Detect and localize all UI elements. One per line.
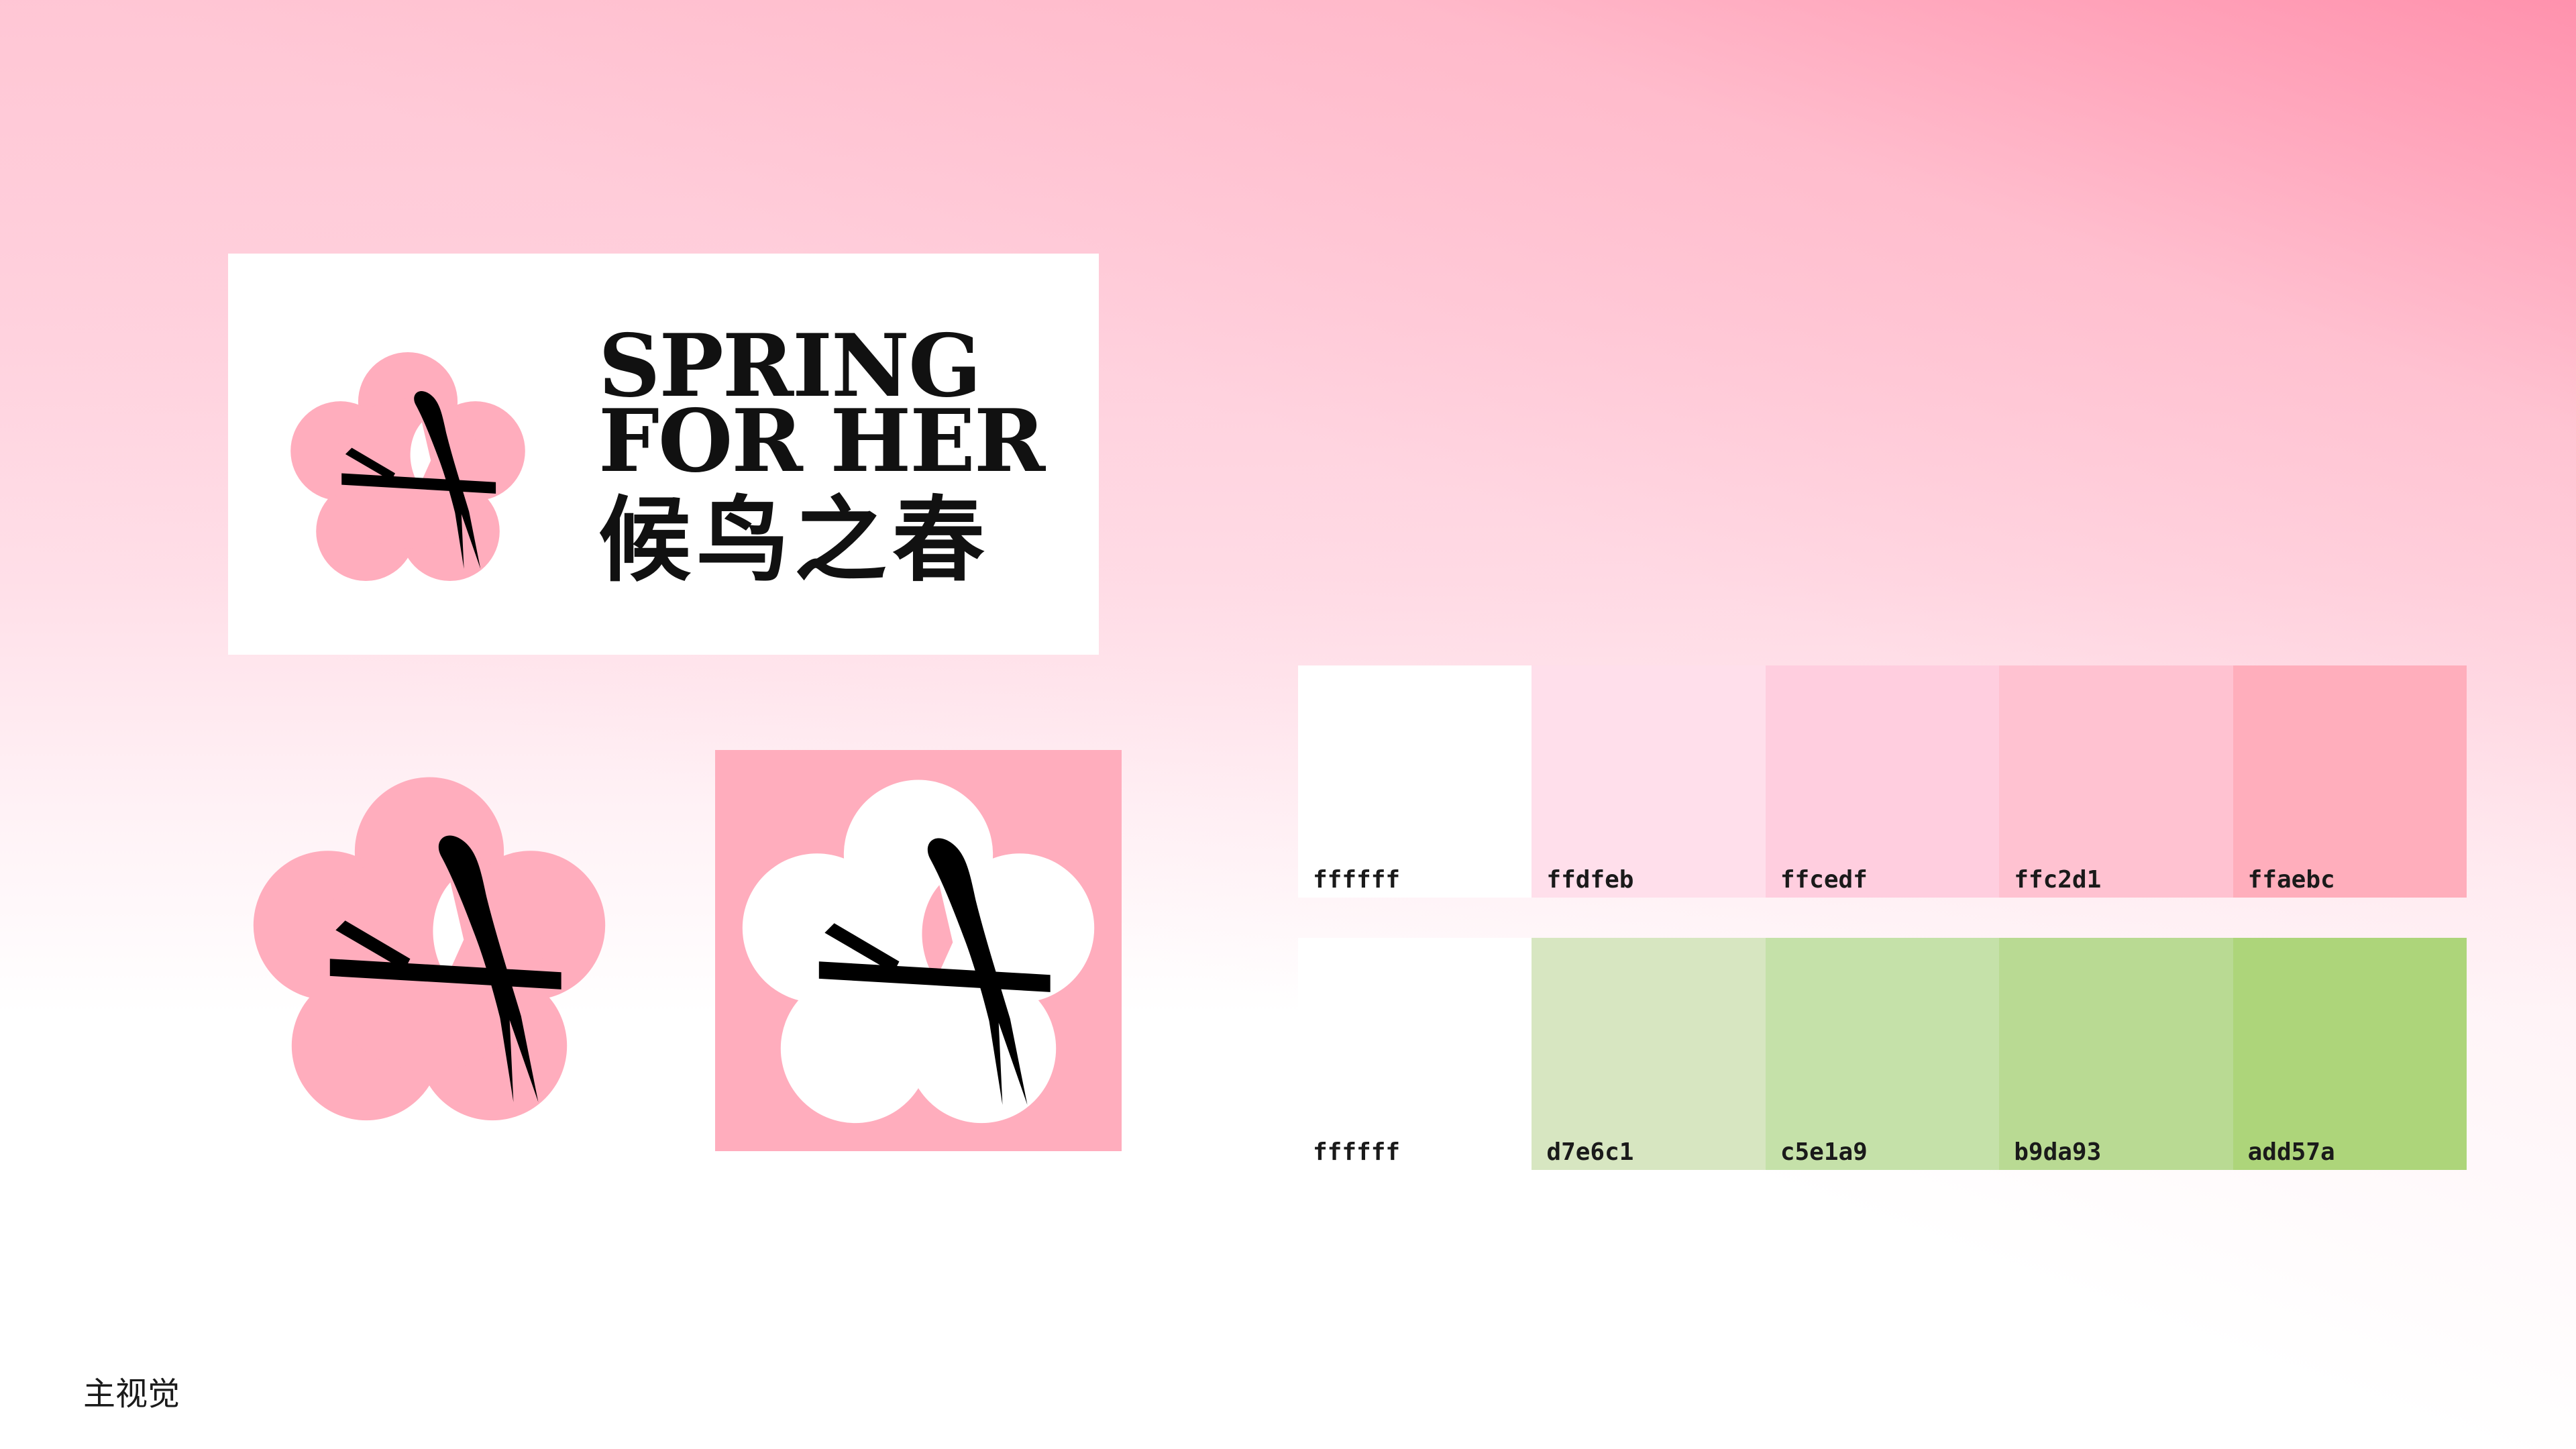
brand-title-line2: FOR HER — [598, 391, 1045, 492]
color-swatch: add57a — [2233, 938, 2467, 1170]
swatch-hex-label: ffcedf — [1780, 866, 1868, 894]
palette-row-pink: ffffff ffdfeb ffcedf ffc2d1 ffaebc — [1298, 665, 2467, 898]
swatch-hex-label: ffdfeb — [1546, 866, 1634, 894]
swatch-hex-label: c5e1a9 — [1780, 1138, 1868, 1166]
color-swatch: ffffff — [1298, 938, 1532, 1170]
logo-card: SPRING FOR HER 候鸟之春 — [228, 254, 1099, 655]
logo-tile-reversed — [715, 750, 1122, 1151]
brand-wordmark: SPRING FOR HER 候鸟之春 — [598, 323, 1045, 597]
color-swatch: ffaebc — [2233, 665, 2467, 898]
color-swatch: ffcedf — [1765, 665, 2000, 898]
swatch-hex-label: add57a — [2247, 1138, 2335, 1166]
color-swatch: b9da93 — [1999, 938, 2233, 1170]
swatch-hex-label: ffc2d1 — [2014, 866, 2102, 894]
palette-row-green: ffffff d7e6c1 c5e1a9 b9da93 add57a — [1298, 938, 2467, 1170]
color-swatch: ffc2d1 — [1999, 665, 2233, 898]
swatch-hex-label: b9da93 — [2014, 1138, 2102, 1166]
plum-blossom-swallow-icon-pink — [253, 777, 606, 1121]
plum-blossom-swallow-icon — [290, 352, 525, 582]
page-caption: 主视觉 — [83, 1375, 180, 1413]
swatch-hex-label: ffffff — [1313, 866, 1401, 894]
swatch-hex-label: ffaebc — [2247, 866, 2335, 894]
color-swatch: c5e1a9 — [1765, 938, 2000, 1170]
color-swatch: ffdfeb — [1532, 665, 1766, 898]
color-swatch: ffffff — [1298, 665, 1532, 898]
brand-title-chinese: 候鸟之春 — [598, 485, 991, 594]
plum-blossom-swallow-icon-white — [742, 780, 1095, 1124]
swatch-hex-label: ffffff — [1313, 1138, 1401, 1166]
swatch-hex-label: d7e6c1 — [1546, 1138, 1634, 1166]
color-swatch: d7e6c1 — [1532, 938, 1766, 1170]
